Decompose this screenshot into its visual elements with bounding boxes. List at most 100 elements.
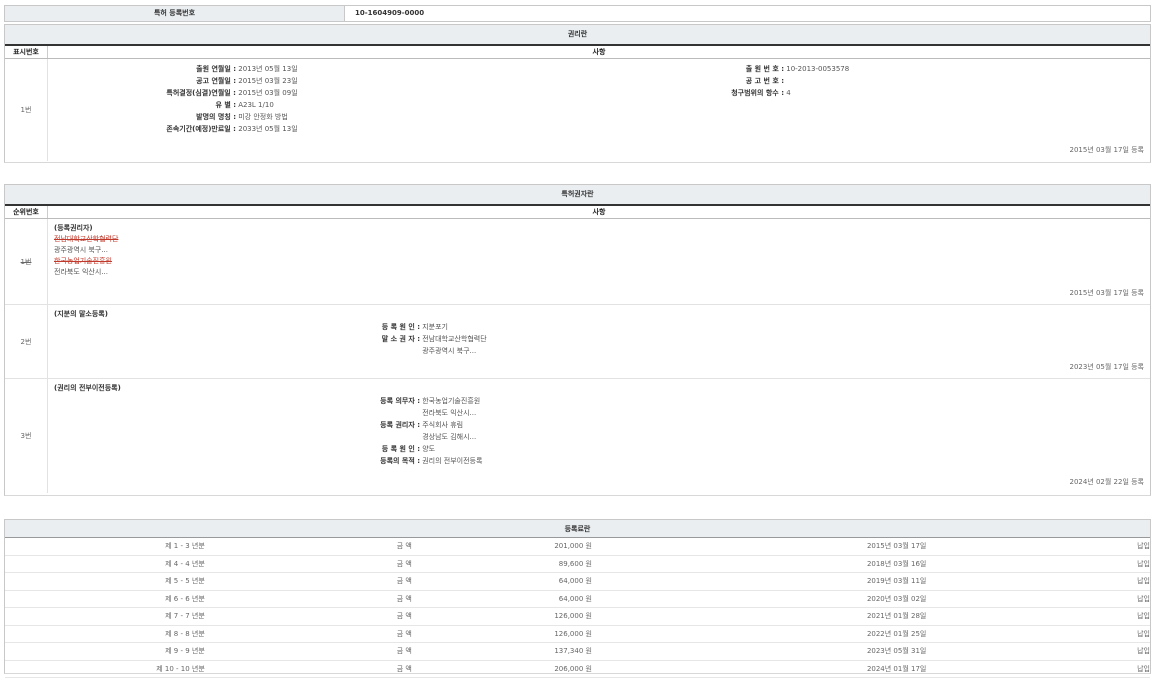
fee-period: 제 8 - 8 년분 xyxy=(5,625,205,643)
fee-paid-date: 2023년 05월 31일 xyxy=(592,643,926,661)
holders-col-num: 순위번호 xyxy=(5,206,48,218)
holder-row-1: 1번 (등록권리자) 전남대학교산학협력단 광주광역시 북구... 한국농업기술… xyxy=(5,219,1150,305)
decision-date: 특허결정(심결)연월일 : 2015년 03월 09일 xyxy=(96,87,298,99)
holders-column-header: 순위번호 사항 xyxy=(5,204,1150,219)
fees-section: 등록료란 제 1 - 3 년분금 액201,000 원2015년 03월 17일… xyxy=(4,519,1151,674)
fee-status: 납입 xyxy=(926,625,1150,643)
fee-amount: 206,000 원 xyxy=(412,660,592,678)
invention-title: 발명의 명칭 : 미강 안정화 방법 xyxy=(96,111,288,123)
rightholder-line: 등록 권리자 : 주식회사 휴림 xyxy=(320,419,463,431)
fee-amount: 64,000 원 xyxy=(412,590,592,608)
rights-row: 1번 출원 연월일 : 2013년 05월 13일 공고 연월일 : 2015년… xyxy=(5,59,1150,161)
fee-status: 납입 xyxy=(926,660,1150,678)
fee-amount-label: 금 액 xyxy=(205,538,412,555)
registration-number-label: 특허 등록번호 xyxy=(5,6,345,21)
holder-row-2-body: (지분의 말소등록) 등 록 원 인 : 지분포기 말 소 권 자 : 전남대학… xyxy=(48,305,1150,378)
application-date: 출원 연월일 : 2013년 05월 13일 xyxy=(96,63,298,75)
fee-amount-label: 금 액 xyxy=(205,555,412,573)
publication-date: 공고 연월일 : 2015년 03월 23일 xyxy=(96,75,298,87)
application-number: 출 원 번 호 : 10-2013-0053578 xyxy=(684,63,849,75)
fee-row: 제 7 - 7 년분금 액126,000 원2021년 01월 28일납입 xyxy=(5,608,1150,626)
fee-paid-date: 2019년 03월 11일 xyxy=(592,573,926,591)
holder-row-1-num: 1번 xyxy=(5,219,48,304)
fee-amount-label: 금 액 xyxy=(205,573,412,591)
holder-row-3-label: (권리의 전부이전등록) xyxy=(54,383,1144,394)
fee-paid-date: 2024년 01월 17일 xyxy=(592,660,926,678)
transfer-cause-line: 등 록 원 인 : 양도 xyxy=(320,443,435,455)
fee-status: 납입 xyxy=(926,590,1150,608)
fee-row: 제 9 - 9 년분금 액137,340 원2023년 05월 31일납입 xyxy=(5,643,1150,661)
holder-row-3: 3번 (권리의 전부이전등록) 등록 의무자 : 한국농업기술진흥원 전라북도 … xyxy=(5,379,1150,493)
fee-amount: 126,000 원 xyxy=(412,625,592,643)
publication-number: 공 고 번 호 : xyxy=(684,75,784,87)
fees-table: 제 1 - 3 년분금 액201,000 원2015년 03월 17일납입제 4… xyxy=(5,538,1150,678)
fee-amount-label: 금 액 xyxy=(205,643,412,661)
fee-period: 제 9 - 9 년분 xyxy=(5,643,205,661)
holder-row-2-date: 2023년 05월 17일 등록 xyxy=(1069,362,1144,372)
fee-row: 제 10 - 10 년분금 액206,000 원2024년 01월 17일납입 xyxy=(5,660,1150,678)
rights-row-num: 1번 xyxy=(5,59,48,161)
rights-column-header: 표시번호 사항 xyxy=(5,44,1150,59)
rights-section: 권리란 표시번호 사항 1번 출원 연월일 : 2013년 05월 13일 공고… xyxy=(4,24,1151,163)
fee-paid-date: 2018년 03월 16일 xyxy=(592,555,926,573)
fee-amount-label: 금 액 xyxy=(205,608,412,626)
rights-title: 권리란 xyxy=(5,25,1150,44)
holder-row-1-body: (등록권리자) 전남대학교산학협력단 광주광역시 북구... 한국농업기술진흥원… xyxy=(48,219,1150,304)
holder-row-3-num: 3번 xyxy=(5,379,48,493)
fee-row: 제 5 - 5 년분금 액64,000 원2019년 03월 11일납입 xyxy=(5,573,1150,591)
fee-paid-date: 2021년 01월 28일 xyxy=(592,608,926,626)
fees-title: 등록료란 xyxy=(5,520,1150,538)
fee-amount: 89,600 원 xyxy=(412,555,592,573)
obligor-line: 등록 의무자 : 한국농업기술진흥원 xyxy=(320,395,480,407)
fee-row: 제 8 - 8 년분금 액126,000 원2022년 01월 25일납입 xyxy=(5,625,1150,643)
cancel-holder-address: 광주광역시 북구... xyxy=(320,345,476,357)
fee-amount: 64,000 원 xyxy=(412,573,592,591)
fee-row: 제 6 - 6 년분금 액64,000 원2020년 03월 02일납입 xyxy=(5,590,1150,608)
fee-amount: 201,000 원 xyxy=(412,538,592,555)
fee-period: 제 6 - 6 년분 xyxy=(5,590,205,608)
fee-paid-date: 2020년 03월 02일 xyxy=(592,590,926,608)
fee-amount-label: 금 액 xyxy=(205,625,412,643)
fee-period: 제 10 - 10 년분 xyxy=(5,660,205,678)
fee-period: 제 7 - 7 년분 xyxy=(5,608,205,626)
fee-status: 납입 xyxy=(926,538,1150,555)
holder-row-2-num: 2번 xyxy=(5,305,48,378)
cause-line: 등 록 원 인 : 지분포기 xyxy=(320,321,448,333)
registration-number-value: 10-1604909-0000 xyxy=(345,6,1150,21)
fee-amount: 126,000 원 xyxy=(412,608,592,626)
fee-amount: 137,340 원 xyxy=(412,643,592,661)
fee-paid-date: 2015년 03월 17일 xyxy=(592,538,926,555)
holder-name-1: 전남대학교산학협력단 xyxy=(54,234,1144,245)
holder-name-2: 한국농업기술진흥원 xyxy=(54,256,1144,267)
obligor-address: 전라북도 익산시... xyxy=(320,407,476,419)
holder-row-3-date: 2024년 02월 22일 등록 xyxy=(1069,477,1144,487)
holder-row-2-label: (지분의 말소등록) xyxy=(54,309,1144,320)
rights-col-num: 표시번호 xyxy=(5,46,48,58)
fee-status: 납입 xyxy=(926,608,1150,626)
fee-amount-label: 금 액 xyxy=(205,590,412,608)
cancel-holder-line: 말 소 권 자 : 전남대학교산학협력단 xyxy=(320,333,487,345)
holder-address-2: 전라북도 익산시... xyxy=(54,267,1144,278)
holder-row-3-body: (권리의 전부이전등록) 등록 의무자 : 한국농업기술진흥원 전라북도 익산시… xyxy=(48,379,1150,493)
fee-status: 납입 xyxy=(926,643,1150,661)
holders-section: 특허권자란 순위번호 사항 1번 (등록권리자) 전남대학교산학협력단 광주광역… xyxy=(4,184,1151,496)
fee-paid-date: 2022년 01월 25일 xyxy=(592,625,926,643)
fee-period: 제 4 - 4 년분 xyxy=(5,555,205,573)
rights-col-detail: 사항 xyxy=(48,46,1150,58)
expiry-date: 존속기간(예정)만료일 : 2033년 05월 13일 xyxy=(96,123,298,135)
rightholder-address: 경상남도 김해시... xyxy=(320,431,476,443)
classification: 유 별 : A23L 1/10 xyxy=(96,99,274,111)
rights-row-body: 출원 연월일 : 2013년 05월 13일 공고 연월일 : 2015년 03… xyxy=(48,59,1150,161)
holder-address-1: 광주광역시 북구... xyxy=(54,245,1144,256)
holders-title: 특허권자란 xyxy=(5,185,1150,204)
registration-number-bar: 특허 등록번호 10-1604909-0000 xyxy=(4,5,1151,22)
holders-col-detail: 사항 xyxy=(48,206,1150,218)
fee-period: 제 5 - 5 년분 xyxy=(5,573,205,591)
rights-registration-date: 2015년 03월 17일 등록 xyxy=(1069,145,1144,155)
fee-row: 제 4 - 4 년분금 액89,600 원2018년 03월 16일납입 xyxy=(5,555,1150,573)
holder-row-1-date: 2015년 03월 17일 등록 xyxy=(1069,288,1144,298)
holder-row-2: 2번 (지분의 말소등록) 등 록 원 인 : 지분포기 말 소 권 자 : 전… xyxy=(5,305,1150,379)
claims-count: 청구범위의 항수 : 4 xyxy=(684,87,791,99)
transfer-purpose-line: 등록의 목적 : 권리의 전부이전등록 xyxy=(320,455,482,467)
fee-status: 납입 xyxy=(926,573,1150,591)
